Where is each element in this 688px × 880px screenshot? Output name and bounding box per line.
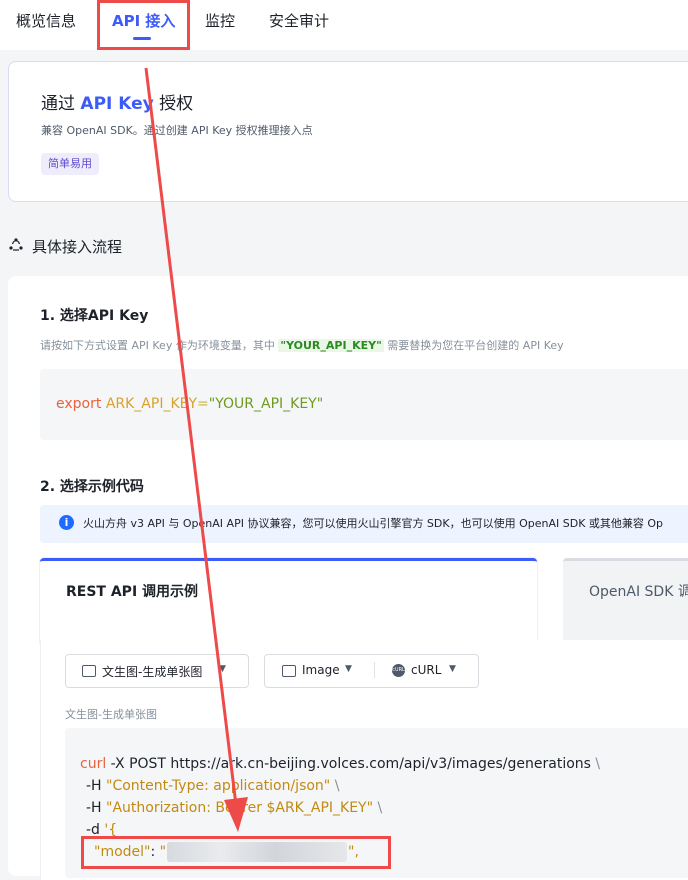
annotation-arrow-icon: [144, 67, 248, 832]
